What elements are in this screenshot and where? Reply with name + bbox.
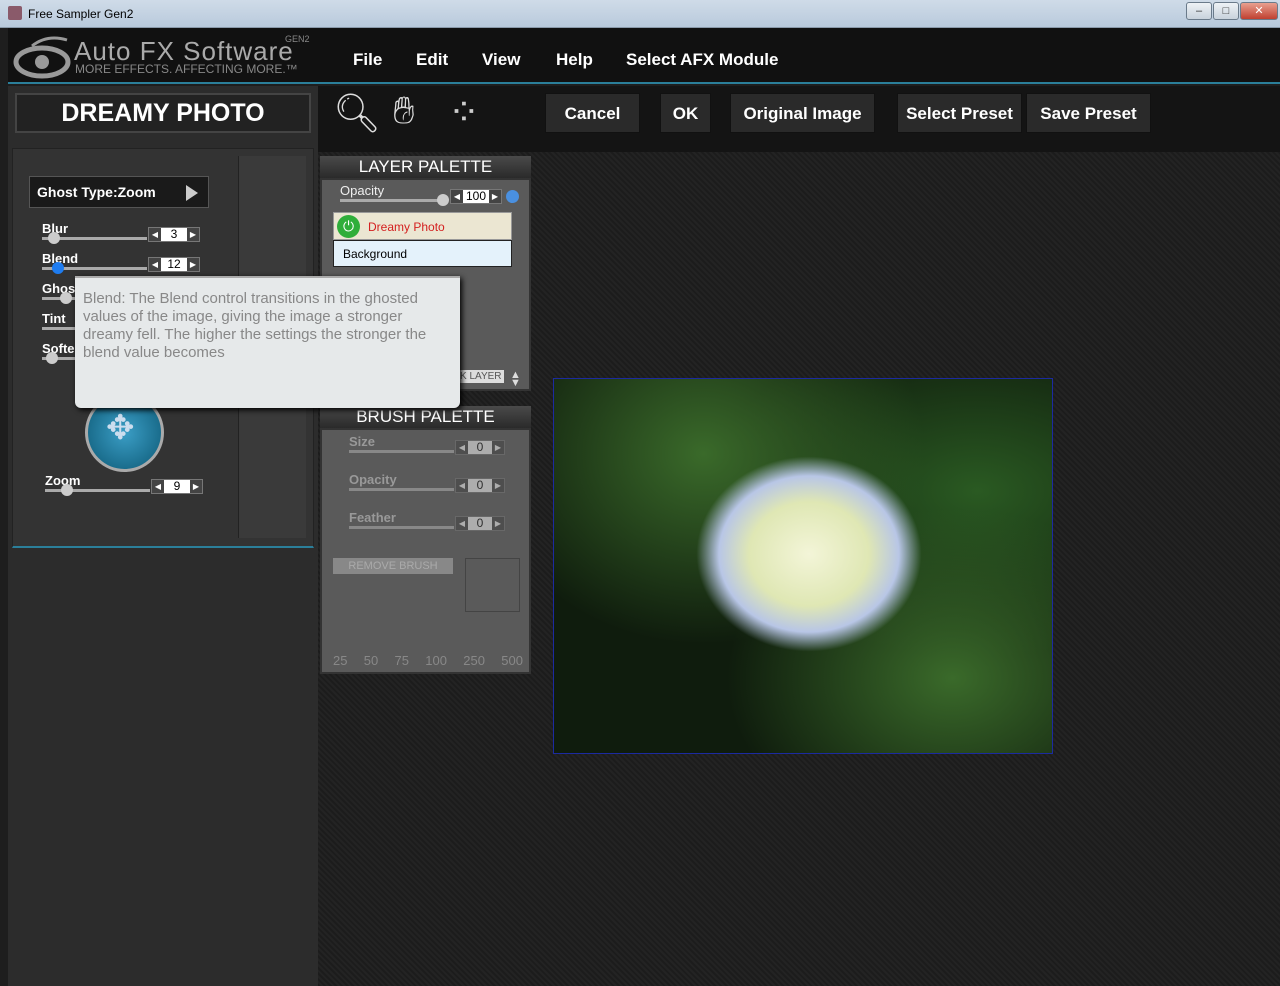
- layer-button[interactable]: K LAYER: [458, 370, 504, 383]
- brush-feather-track[interactable]: [349, 526, 454, 529]
- brush-preset-500[interactable]: 500: [501, 653, 523, 668]
- blur-thumb[interactable]: [48, 232, 60, 244]
- brush-size-presets: 25 50 75 100 250 500: [333, 653, 523, 668]
- blend-tooltip: Blend: The Blend control transitions in …: [75, 276, 460, 408]
- brush-feather-spinner[interactable]: ◀ 0 ▶: [455, 516, 505, 531]
- brush-feather-label: Feather: [349, 510, 396, 525]
- menu-edit[interactable]: Edit: [416, 50, 448, 70]
- effect-title: DREAMY PHOTO: [15, 93, 311, 133]
- brush-preset-100[interactable]: 100: [425, 653, 447, 668]
- logo-tagline: MORE EFFECTS. AFFECTING MORE.™: [75, 62, 298, 76]
- window-title: Free Sampler Gen2: [28, 7, 134, 21]
- selection-tool-icon[interactable]: ⁘: [448, 90, 480, 135]
- auto-fx-logo: Auto FX Software MORE EFFECTS. AFFECTING…: [10, 30, 315, 82]
- ghost-type-label: Ghost Type:Zoom: [37, 184, 156, 200]
- menu-select-afx-module[interactable]: Select AFX Module: [626, 50, 778, 70]
- brush-size-spinner[interactable]: ◀ 0 ▶: [455, 440, 505, 455]
- brush-opacity-spinner[interactable]: ◀ 0 ▶: [455, 478, 505, 493]
- brush-size-label: Size: [349, 434, 376, 449]
- menu-file[interactable]: File: [353, 50, 382, 70]
- brush-opacity-label: Opacity: [349, 472, 397, 487]
- title-bar: Free Sampler Gen2 ‒ □ ✕: [0, 0, 1280, 28]
- blur-spinner[interactable]: ◀ 3 ▶: [148, 227, 200, 242]
- cancel-button[interactable]: Cancel: [545, 93, 640, 133]
- select-preset-button[interactable]: Select Preset: [897, 93, 1022, 133]
- app-icon: [8, 6, 22, 20]
- original-image-button[interactable]: Original Image: [730, 93, 875, 133]
- reorder-arrows-icon[interactable]: ▲ ▼: [510, 370, 521, 389]
- brush-preview: [465, 558, 520, 612]
- zoom-spinner[interactable]: ◀ 9 ▶: [151, 479, 203, 494]
- brush-palette-title: BRUSH PALETTE: [320, 406, 531, 428]
- menu-view[interactable]: View: [482, 50, 520, 70]
- ghost-thumb[interactable]: [60, 292, 72, 304]
- play-arrow-icon: [186, 185, 198, 201]
- brush-preset-250[interactable]: 250: [463, 653, 485, 668]
- logo-badge: GEN2: [285, 34, 310, 44]
- zoom-thumb[interactable]: [61, 484, 73, 496]
- layer-opacity-thumb[interactable]: [437, 194, 449, 206]
- photo-preview[interactable]: [553, 378, 1053, 754]
- soften-thumb[interactable]: [46, 352, 58, 364]
- blend-thumb[interactable]: [52, 262, 64, 274]
- layer-name: Dreamy Photo: [368, 220, 445, 234]
- close-button[interactable]: ✕: [1240, 2, 1278, 20]
- power-toggle-icon[interactable]: ⏻: [337, 215, 360, 238]
- layer-name: Background: [343, 247, 408, 261]
- brush-size-track[interactable]: [349, 450, 454, 453]
- layer-opacity-track[interactable]: [340, 199, 448, 202]
- blend-mode-dropdown-icon[interactable]: [506, 190, 519, 203]
- layer-opacity-spinner[interactable]: ◀ 100 ▶: [450, 189, 502, 204]
- blend-spinner[interactable]: ◀ 12 ▶: [148, 257, 200, 272]
- layer-opacity-label: Opacity: [340, 183, 385, 198]
- tint-label: Tint: [42, 311, 66, 326]
- maximize-button[interactable]: □: [1213, 2, 1239, 20]
- save-preset-button[interactable]: Save Preset: [1026, 93, 1151, 133]
- move-arrows-icon: ✥: [106, 409, 135, 447]
- layer-palette-title: LAYER PALETTE: [320, 156, 531, 178]
- brush-palette: [320, 428, 531, 674]
- ok-button[interactable]: OK: [660, 93, 711, 133]
- eye-logo-icon: [13, 36, 71, 79]
- brush-preset-50[interactable]: 50: [364, 653, 378, 668]
- layer-item-dreamy-photo[interactable]: ⏻ Dreamy Photo: [333, 212, 512, 240]
- minimize-button[interactable]: ‒: [1186, 2, 1212, 20]
- brush-opacity-track[interactable]: [349, 488, 454, 491]
- menu-help[interactable]: Help: [556, 50, 593, 70]
- layer-item-background[interactable]: Background: [333, 240, 512, 267]
- ghost-type-button[interactable]: Ghost Type:Zoom: [29, 176, 209, 208]
- brush-preset-25[interactable]: 25: [333, 653, 347, 668]
- brush-preset-75[interactable]: 75: [395, 653, 409, 668]
- zoom-tool-magnifier-icon[interactable]: 🔍︎: [333, 92, 381, 136]
- hand-tool-icon[interactable]: ✋︎: [393, 90, 415, 133]
- remove-brush-button[interactable]: REMOVE BRUSH: [333, 558, 453, 574]
